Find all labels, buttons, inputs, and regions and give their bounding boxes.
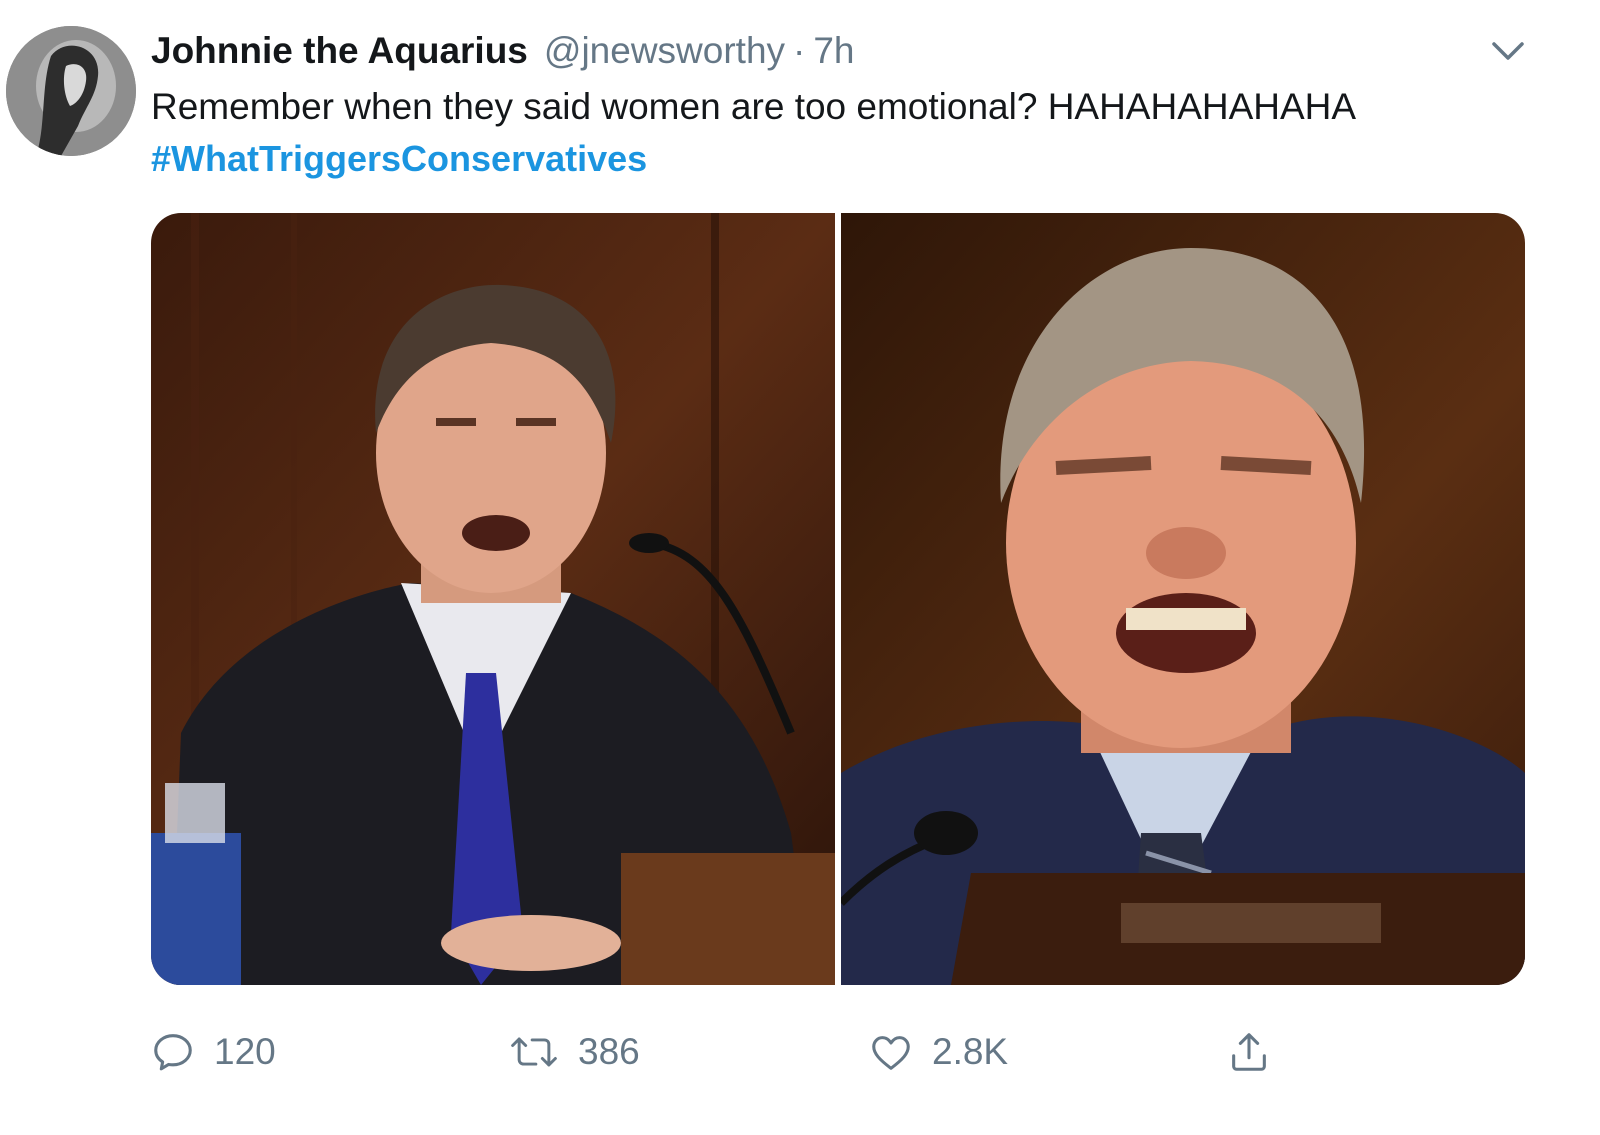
author-display-name[interactable]: Johnnie the Aquarius	[151, 30, 528, 72]
photo-left[interactable]	[151, 213, 835, 985]
share-button[interactable]	[1226, 1022, 1272, 1082]
chevron-down-icon[interactable]	[1488, 36, 1528, 66]
separator: ·	[793, 30, 806, 71]
tweet-actions: 120 386 2.8K	[0, 1022, 1600, 1082]
reply-count: 120	[214, 1031, 276, 1072]
hashtag-link[interactable]: #WhatTriggersConservatives	[151, 138, 647, 180]
tweet-text: Remember when they said women are too em…	[151, 86, 1357, 127]
retweet-button[interactable]: 386	[508, 1022, 640, 1082]
retweet-count: 386	[578, 1031, 640, 1072]
like-button[interactable]: 2.8K	[868, 1022, 1008, 1082]
avatar-image	[6, 26, 136, 156]
tweet-header: Johnnie the Aquarius @jnewsworthy · 7h	[151, 30, 855, 76]
photo-right[interactable]	[841, 213, 1525, 985]
reply-icon	[150, 1029, 196, 1075]
share-icon	[1226, 1029, 1272, 1075]
avatar[interactable]	[6, 26, 136, 156]
heart-icon	[868, 1029, 914, 1075]
tweet-media[interactable]	[151, 213, 1525, 985]
reply-button[interactable]: 120	[150, 1022, 276, 1082]
tweet[interactable]: Johnnie the Aquarius @jnewsworthy · 7h R…	[0, 0, 1600, 1135]
timestamp[interactable]: 7h	[813, 30, 854, 72]
like-count: 2.8K	[932, 1031, 1009, 1072]
retweet-icon	[508, 1029, 560, 1075]
author-handle[interactable]: @jnewsworthy	[544, 30, 785, 72]
